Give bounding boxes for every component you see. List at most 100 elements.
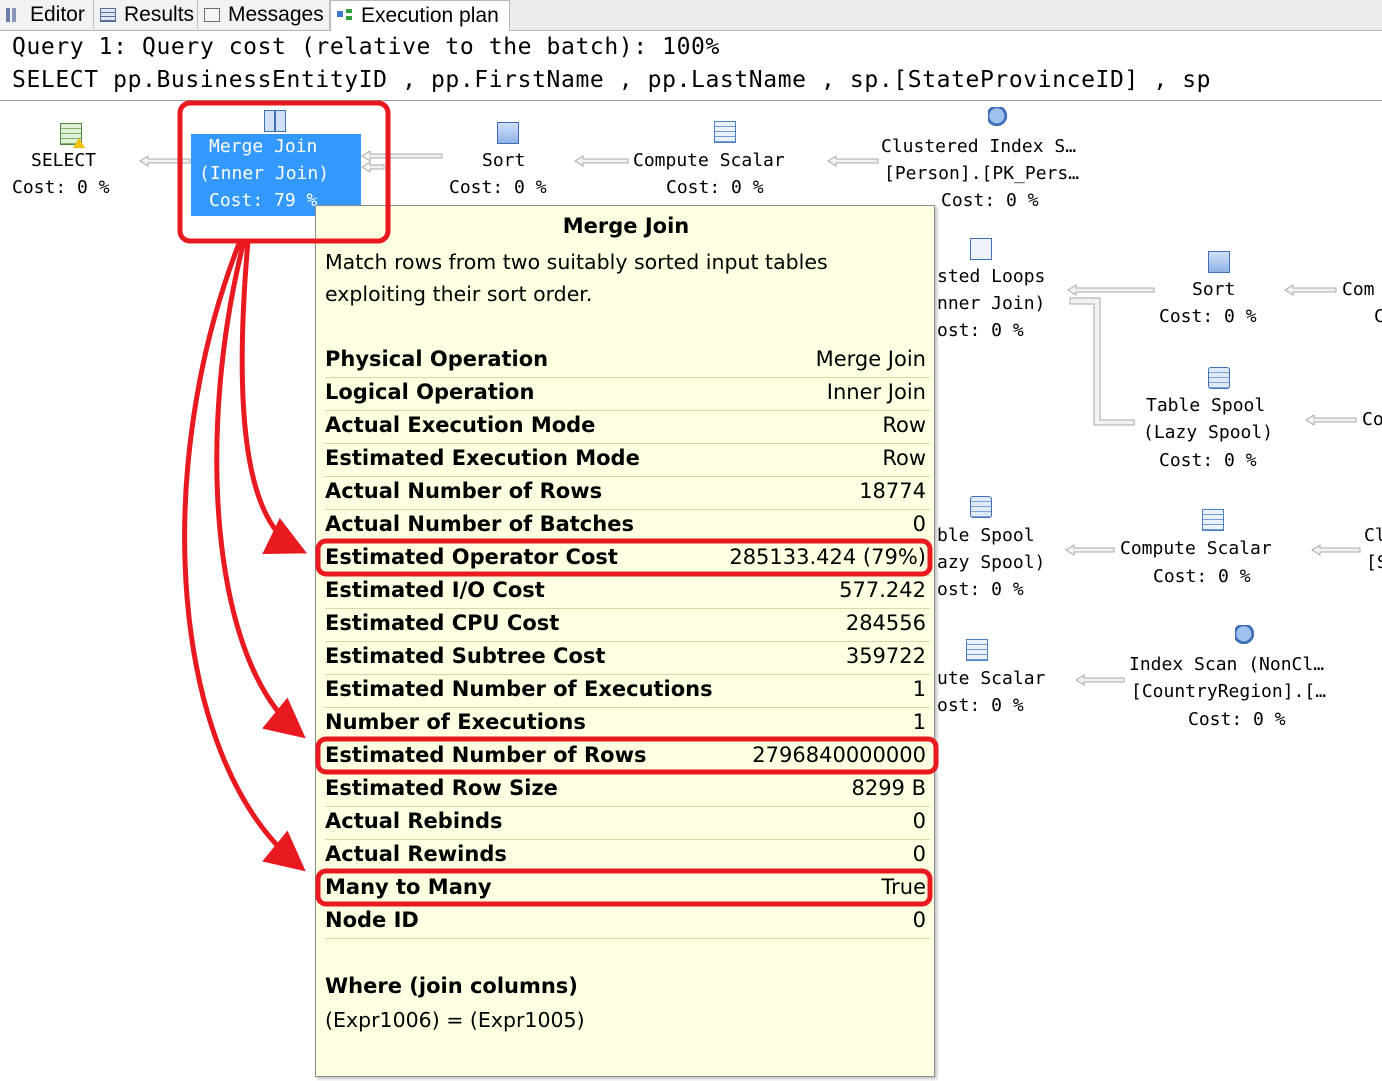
tab-messages[interactable]: Messages [198, 0, 330, 29]
property-value: 18774 [859, 479, 926, 503]
tab-editor[interactable]: Editor [0, 0, 94, 29]
node-com-sub: C [1374, 306, 1382, 327]
property-row: Many to Many True [325, 872, 930, 906]
node-spool2-cost: ost: 0 % [937, 579, 1024, 600]
property-row: Node ID 0 [325, 905, 930, 939]
table-spool-icon [1208, 367, 1230, 389]
property-row: Actual Number of Rows 18774 [325, 476, 930, 510]
property-value: 577.242 [839, 578, 926, 602]
property-value: 0 [912, 512, 926, 536]
arrow-to-estimated-rows [214, 240, 306, 739]
property-key: Estimated I/O Cost [325, 578, 545, 602]
property-row: Estimated Number of Executions 1 [325, 674, 930, 708]
property-row: Estimated Subtree Cost 359722 [325, 641, 930, 675]
property-value: 359722 [845, 644, 926, 668]
execution-plan-icon [337, 9, 353, 23]
tooltip-where-label: Where (join columns) [325, 974, 578, 998]
node-compute-name: Compute Scalar [633, 150, 785, 171]
property-key: Estimated Execution Mode [325, 446, 640, 470]
property-value: True [881, 875, 926, 899]
tab-execution-plan-label: Execution plan [361, 4, 499, 27]
property-row: Estimated Execution Mode Row [325, 443, 930, 477]
node-compute3-name: ute Scalar [937, 668, 1046, 689]
merge-join-icon [264, 110, 286, 132]
tab-editor-label: Editor [30, 2, 85, 26]
node-compute3-cost: ost: 0 % [937, 695, 1024, 716]
node-merge-cost: Cost: 79 % [209, 190, 318, 211]
node-cidx-name: Clustered Index S… [881, 136, 1077, 157]
tab-results[interactable]: Results [94, 0, 198, 29]
compute-scalar-icon [1202, 509, 1224, 531]
node-cl-name: Cl [1364, 525, 1382, 546]
tab-execution-plan[interactable]: Execution plan [330, 0, 510, 31]
property-row: Physical Operation Merge Join [325, 344, 930, 378]
property-key: Physical Operation [325, 347, 549, 371]
property-row: Actual Rewinds 0 [325, 839, 930, 873]
property-value: Inner Join [826, 380, 926, 404]
property-row: Number of Executions 1 [325, 707, 930, 741]
property-row: Actual Number of Batches 0 [325, 509, 930, 543]
property-row: Estimated CPU Cost 284556 [325, 608, 930, 642]
property-key: Actual Number of Batches [325, 512, 634, 536]
node-merge-name: Merge Join [209, 136, 318, 157]
node-iscan-name: Index Scan (NonCl… [1129, 654, 1325, 675]
node-compute-cost: Cost: 0 % [666, 177, 764, 198]
property-value: 8299 B [851, 776, 926, 800]
property-value: 2796840000000 [752, 743, 926, 767]
property-key: Estimated Number of Rows [325, 743, 647, 767]
node-nested-name: sted Loops [937, 266, 1046, 287]
property-value: 0 [912, 809, 926, 833]
query-sql-text: SELECT pp.BusinessEntityID , pp.FirstNam… [12, 67, 1212, 93]
node-sort2-name: Sort [1192, 279, 1236, 300]
sort-icon [497, 122, 519, 144]
property-key: Estimated CPU Cost [325, 611, 560, 635]
messages-icon [204, 7, 220, 22]
property-key: Actual Execution Mode [325, 413, 596, 437]
nested-loops-icon [970, 238, 992, 260]
node-cidx-cost: Cost: 0 % [941, 190, 1039, 211]
node-com-name: Com [1342, 279, 1375, 300]
compute-scalar-icon [714, 121, 736, 143]
tab-results-label: Results [124, 2, 195, 26]
property-row: Estimated Operator Cost 285133.424 (79%) [325, 542, 930, 576]
property-value: Merge Join [815, 347, 926, 371]
property-key: Actual Number of Rows [325, 479, 603, 503]
node-co-name: Co [1362, 409, 1382, 430]
property-key: Number of Executions [325, 710, 586, 734]
property-key: Estimated Subtree Cost [325, 644, 606, 668]
node-sort2-cost: Cost: 0 % [1159, 306, 1257, 327]
property-row: Logical Operation Inner Join [325, 377, 930, 411]
property-row: Actual Rebinds 0 [325, 806, 930, 840]
property-value: 1 [912, 677, 926, 701]
tooltip-description: Match rows from two suitably sorted inpu… [325, 250, 828, 306]
query-cost-header: Query 1: Query cost (relative to the bat… [12, 34, 720, 60]
arrow-to-many-to-many [182, 240, 306, 872]
sort-icon [1208, 251, 1230, 273]
table-spool-icon [970, 496, 992, 518]
node-compute2-cost: Cost: 0 % [1153, 566, 1251, 587]
node-cidx-sub: [Person].[PK_Pers… [884, 163, 1080, 184]
node-spool1-sub: (Lazy Spool) [1143, 422, 1274, 443]
index-scan-icon [1235, 625, 1257, 647]
result-tab-bar: Editor Results Messages Execution plan [0, 0, 1382, 31]
node-cl-sub: [S [1366, 552, 1382, 573]
property-key: Estimated Operator Cost [325, 545, 618, 569]
tooltip-title: Merge Join [562, 214, 690, 238]
node-sort-name: Sort [482, 150, 526, 171]
property-row: Estimated Row Size 8299 B [325, 773, 930, 807]
node-nested-sub: nner Join) [937, 293, 1046, 314]
property-value: 1 [912, 710, 926, 734]
node-spool2-name: ble Spool [937, 525, 1035, 546]
node-compute2-name: Compute Scalar [1120, 538, 1272, 559]
property-row: Actual Execution Mode Row [325, 410, 930, 444]
arrow-to-operator-cost [239, 240, 307, 554]
node-iscan-cost: Cost: 0 % [1188, 709, 1286, 730]
property-row: Estimated Number of Rows 2796840000000 [325, 740, 930, 774]
property-value: 0 [912, 908, 926, 932]
editor-icon [6, 7, 22, 22]
property-key: Logical Operation [325, 380, 535, 404]
property-row: Estimated I/O Cost 577.242 [325, 575, 930, 609]
tab-messages-label: Messages [228, 2, 324, 26]
compute-scalar-icon [966, 639, 988, 661]
node-spool1-name: Table Spool [1146, 395, 1266, 416]
